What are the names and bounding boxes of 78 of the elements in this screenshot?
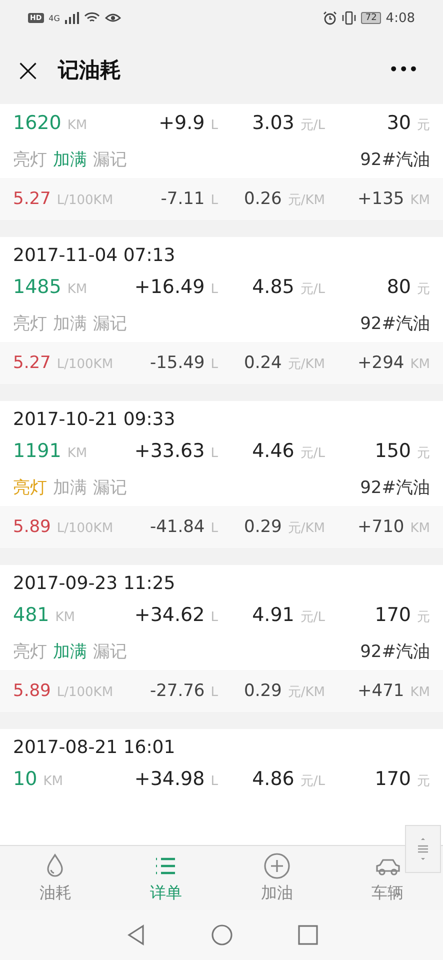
fuel-volume: +34.98 L — [134, 768, 218, 790]
vibrate-icon — [342, 11, 356, 25]
back-button[interactable] — [126, 924, 146, 946]
record-date: 2017-08-21 16:01 — [12, 736, 176, 760]
home-button[interactable] — [210, 924, 232, 946]
distance-value: +135 KM — [358, 189, 430, 209]
status-tag: 加满 — [53, 312, 87, 335]
fuel-amount: 30 元 — [386, 112, 430, 134]
more-menu-button[interactable]: ••• — [383, 61, 429, 79]
fuel-price: 4.86 元/L — [252, 768, 325, 790]
clock-time: 4:08 — [386, 10, 415, 26]
status-tag: 漏记 — [93, 476, 127, 499]
cost-per-km: 0.24 元/KM — [244, 353, 325, 373]
fuel-price: 4.85 元/L — [252, 276, 325, 298]
record-date: 2017-11-04 07:13 — [12, 244, 176, 268]
fuel-difference: -7.11 L — [160, 189, 218, 209]
status-tag: 漏记 — [93, 312, 127, 335]
odometer-value: 1620 KM — [13, 112, 88, 134]
fuel-amount: 170 元 — [374, 604, 430, 626]
fuel-difference: -41.84 L — [150, 517, 218, 537]
status-tag: 加满 — [53, 148, 87, 171]
record-card[interactable]: 2017-10-21 09:33 1191 KM +33.63 L 4.46 元/L 150 元 亮灯 加满 漏记 92#汽油 5.89 L/100KM -41.84 L 0.29 元/KM +710 KM — [0, 401, 443, 548]
fuel-difference: -27.76 L — [150, 681, 218, 701]
status-tag: 亮灯 — [13, 476, 47, 499]
fuel-volume: +16.49 L — [134, 276, 218, 298]
status-tag: 亮灯 — [13, 148, 47, 171]
consumption-value: 5.89 L/100KM — [13, 517, 114, 537]
fuel-type: 92#汽油 — [360, 149, 430, 171]
network-label: 4G — [48, 14, 60, 22]
consumption-value: 5.89 L/100KM — [13, 681, 114, 701]
battery-indicator: 72 — [361, 12, 381, 24]
scroll-handle[interactable] — [405, 825, 441, 873]
record-card[interactable]: 2017-08-21 16:01 10 KM +34.98 L 4.86 元/L 170 元 — [0, 729, 443, 845]
fuel-difference: -15.49 L — [150, 353, 218, 373]
status-tag: 加满 — [53, 476, 87, 499]
recents-button[interactable] — [298, 925, 318, 945]
cost-per-km: 0.26 元/KM — [244, 189, 325, 209]
fuel-type: 92#汽油 — [360, 313, 430, 335]
status-tag: 亮灯 — [13, 640, 47, 663]
cost-per-km: 0.29 元/KM — [244, 681, 325, 701]
fuel-price: 3.03 元/L — [252, 112, 325, 134]
status-tag: 加满 — [53, 640, 87, 663]
status-tag: 漏记 — [93, 148, 127, 171]
fuel-amount: 170 元 — [374, 768, 430, 790]
record-card[interactable]: 2017-11-04 07:13 1485 KM +16.49 L 4.85 元/L 80 元 亮灯 加满 漏记 92#汽油 5.27 L/100KM -15.49 L 0.24 元/KM +294 KM — [0, 237, 443, 384]
distance-value: +471 KM — [358, 681, 430, 701]
odometer-value: 481 KM — [13, 604, 76, 626]
record-card[interactable]: 2017-09-23 11:25 481 KM +34.62 L 4.91 元/L 170 元 亮灯 加满 漏记 92#汽油 5.89 L/100KM -27.76 L 0.29 元/KM +471 KM — [0, 565, 443, 712]
consumption-value: 5.27 L/100KM — [13, 189, 114, 209]
fuel-volume: +34.62 L — [134, 604, 218, 626]
record-date: 2017-09-23 11:25 — [12, 572, 176, 596]
plus-icon — [262, 852, 291, 880]
fuel-amount: 80 元 — [386, 276, 430, 298]
wifi-icon — [84, 12, 100, 24]
fuel-price: 4.46 元/L — [252, 440, 325, 462]
odometer-value: 1485 KM — [13, 276, 88, 298]
close-button[interactable]: × — [14, 54, 42, 86]
cost-per-km: 0.29 元/KM — [244, 517, 325, 537]
drag-icon — [416, 836, 430, 862]
odometer-value: 10 KM — [13, 768, 63, 790]
distance-value: +294 KM — [358, 353, 430, 373]
record-card[interactable]: 1620 KM +9.9 L 3.03 元/L 30 元 亮灯 加满 漏记 92#汽油 5.27 L/100KM -7.11 L 0.26 元/KM +135 KM — [0, 104, 443, 220]
fuel-amount: 150 元 — [374, 440, 430, 462]
fuel-volume: +9.9 L — [158, 112, 218, 134]
fuel-price: 4.91 元/L — [252, 604, 325, 626]
status-tag: 漏记 — [93, 640, 127, 663]
signal-icon — [64, 12, 79, 24]
page-title: 记油耗 — [58, 57, 122, 84]
fuel-volume: +33.63 L — [134, 440, 218, 462]
record-date: 2017-10-21 09:33 — [12, 408, 176, 432]
alarm-icon — [323, 11, 338, 25]
fuel-type: 92#汽油 — [360, 477, 430, 499]
distance-value: +710 KM — [358, 517, 430, 537]
status-tag: 亮灯 — [13, 312, 47, 335]
fuel-type: 92#汽油 — [360, 641, 430, 663]
odometer-value: 1191 KM — [13, 440, 88, 462]
consumption-value: 5.27 L/100KM — [13, 353, 114, 373]
eye-icon — [104, 12, 121, 24]
